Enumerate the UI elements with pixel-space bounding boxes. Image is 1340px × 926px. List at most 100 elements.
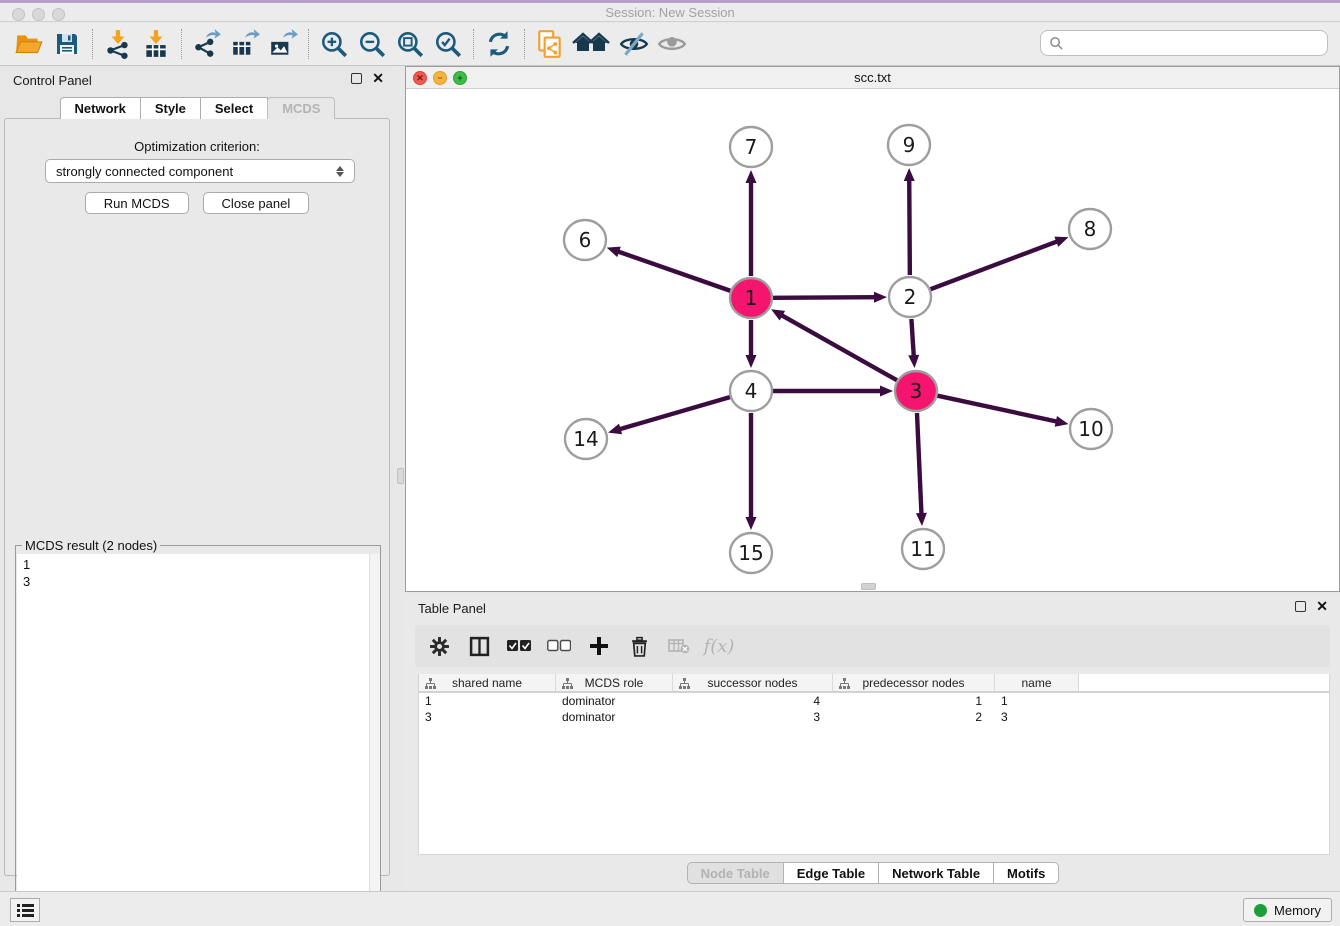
graph-edge-1-2[interactable] <box>773 292 887 303</box>
graph-edge-2-8[interactable] <box>931 237 1069 290</box>
cell-successor-nodes[interactable]: 4 <box>673 693 833 709</box>
float-table-panel-icon[interactable] <box>1295 601 1306 612</box>
import-table-icon[interactable] <box>137 27 175 61</box>
result-scrollbar[interactable] <box>369 554 380 921</box>
cell-successor-nodes[interactable]: 3 <box>673 709 833 725</box>
vertical-splitter-handle[interactable] <box>397 468 404 484</box>
tab-node-table[interactable]: Node Table <box>687 862 784 884</box>
cell-predecessor-nodes[interactable]: 1 <box>833 693 995 709</box>
main-toolbar <box>0 23 1340 66</box>
graph-node-9[interactable]: 9 <box>888 125 930 165</box>
search-icon <box>1049 36 1064 51</box>
show-all-icon[interactable] <box>653 27 691 61</box>
copy-network-icon[interactable] <box>531 27 569 61</box>
tab-style[interactable]: Style <box>140 97 201 119</box>
delete-column-icon[interactable] <box>627 634 651 658</box>
column-header-predecessor-nodes[interactable]: predecessor nodes <box>833 674 995 691</box>
graph-edge-3-10[interactable] <box>937 396 1068 427</box>
import-network-icon[interactable] <box>99 27 137 61</box>
zoom-selected-icon[interactable] <box>429 27 467 61</box>
cell-mcds-role[interactable]: dominator <box>556 693 673 709</box>
svg-text:10: 10 <box>1078 417 1103 441</box>
graph-edge-3-11[interactable] <box>916 413 927 526</box>
graph-edge-3-1[interactable] <box>771 309 897 380</box>
svg-text:14: 14 <box>573 427 598 451</box>
graph-edge-1-4[interactable] <box>746 320 757 368</box>
graph-node-11[interactable]: 11 <box>902 529 944 569</box>
graph-edge-2-9[interactable] <box>904 168 915 275</box>
cell-predecessor-nodes[interactable]: 2 <box>833 709 995 725</box>
open-file-icon[interactable] <box>10 27 48 61</box>
unselect-all-columns-icon[interactable] <box>547 634 571 658</box>
settings-gear-icon[interactable] <box>427 634 451 658</box>
svg-text:2: 2 <box>904 285 917 309</box>
graph-node-14[interactable]: 14 <box>565 419 607 459</box>
close-panel-icon[interactable]: ✕ <box>372 73 384 84</box>
graph-node-6[interactable]: 6 <box>564 220 606 260</box>
zoom-in-icon[interactable] <box>315 27 353 61</box>
tab-motifs[interactable]: Motifs <box>993 862 1059 884</box>
run-mcds-button[interactable]: Run MCDS <box>85 192 189 214</box>
table-row[interactable]: 1 dominator 4 1 1 <box>419 693 1329 709</box>
graph-node-4[interactable]: 4 <box>730 371 772 411</box>
graph-edge-4-3[interactable] <box>773 386 893 397</box>
cell-shared-name[interactable]: 3 <box>419 709 556 725</box>
cell-shared-name[interactable]: 1 <box>419 693 556 709</box>
graph-node-8[interactable]: 8 <box>1069 209 1111 249</box>
graph-edge-1-6[interactable] <box>607 247 731 291</box>
horizontal-splitter-handle[interactable] <box>861 583 876 590</box>
graph-node-3[interactable]: 3 <box>895 371 937 411</box>
graph-edge-4-14[interactable] <box>608 397 730 434</box>
zoom-fit-icon[interactable] <box>391 27 429 61</box>
svg-text:1: 1 <box>745 286 758 310</box>
tab-network[interactable]: Network <box>60 97 141 119</box>
graph-edge-2-3[interactable] <box>908 319 919 368</box>
select-all-columns-icon[interactable] <box>507 634 531 658</box>
graph-node-7[interactable]: 7 <box>730 127 772 167</box>
graph-edge-1-7[interactable] <box>746 170 757 276</box>
export-image-icon[interactable] <box>264 27 302 61</box>
search-field[interactable] <box>1040 30 1328 56</box>
criterion-select[interactable]: strongly connected component <box>45 159 355 183</box>
svg-text:3: 3 <box>910 379 923 403</box>
cell-mcds-role[interactable]: dominator <box>556 709 673 725</box>
graph-node-1[interactable]: 1 <box>730 278 772 318</box>
show-column-icon[interactable] <box>467 634 491 658</box>
cell-name[interactable]: 1 <box>995 693 1079 709</box>
graph-node-15[interactable]: 15 <box>730 533 772 573</box>
control-panel-title: Control Panel <box>13 73 92 88</box>
column-header-successor-nodes[interactable]: successor nodes <box>673 674 833 691</box>
function-builder-icon[interactable]: f(x) <box>707 634 731 658</box>
home-layout-icon[interactable] <box>569 27 615 61</box>
refresh-icon[interactable] <box>480 27 518 61</box>
task-history-button[interactable] <box>10 898 40 922</box>
float-panel-icon[interactable] <box>351 73 362 84</box>
toolbar-separator <box>181 29 182 59</box>
column-header-name[interactable]: name <box>995 674 1079 691</box>
delete-table-icon[interactable] <box>667 634 691 658</box>
zoom-out-icon[interactable] <box>353 27 391 61</box>
column-header-shared-name[interactable]: shared name <box>419 674 556 691</box>
close-table-panel-icon[interactable]: ✕ <box>1316 601 1328 612</box>
tab-network-table[interactable]: Network Table <box>878 862 994 884</box>
toolbar-separator <box>92 29 93 59</box>
column-header-mcds-role[interactable]: MCDS role <box>556 674 673 691</box>
memory-button[interactable]: Memory <box>1243 898 1332 922</box>
add-column-icon[interactable] <box>587 634 611 658</box>
table-row[interactable]: 3 dominator 3 2 3 <box>419 709 1329 725</box>
export-network-icon[interactable] <box>188 27 226 61</box>
status-bar: Memory <box>0 891 1340 926</box>
network-canvas[interactable]: 7 9 6 8 1 2 4 3 14 10 15 11 <box>406 89 1339 591</box>
tab-edge-table[interactable]: Edge Table <box>783 862 879 884</box>
export-table-icon[interactable] <box>226 27 264 61</box>
graph-node-2[interactable]: 2 <box>889 277 931 317</box>
hide-selected-icon[interactable] <box>615 27 653 61</box>
tab-mcds[interactable]: MCDS <box>267 97 335 119</box>
graph-node-10[interactable]: 10 <box>1070 409 1112 449</box>
graph-edge-4-15[interactable] <box>746 413 757 530</box>
cell-name[interactable]: 3 <box>995 709 1079 725</box>
close-panel-button[interactable]: Close panel <box>203 192 310 214</box>
search-input[interactable] <box>1064 33 1327 53</box>
tab-select[interactable]: Select <box>200 97 268 119</box>
save-session-icon[interactable] <box>48 27 86 61</box>
